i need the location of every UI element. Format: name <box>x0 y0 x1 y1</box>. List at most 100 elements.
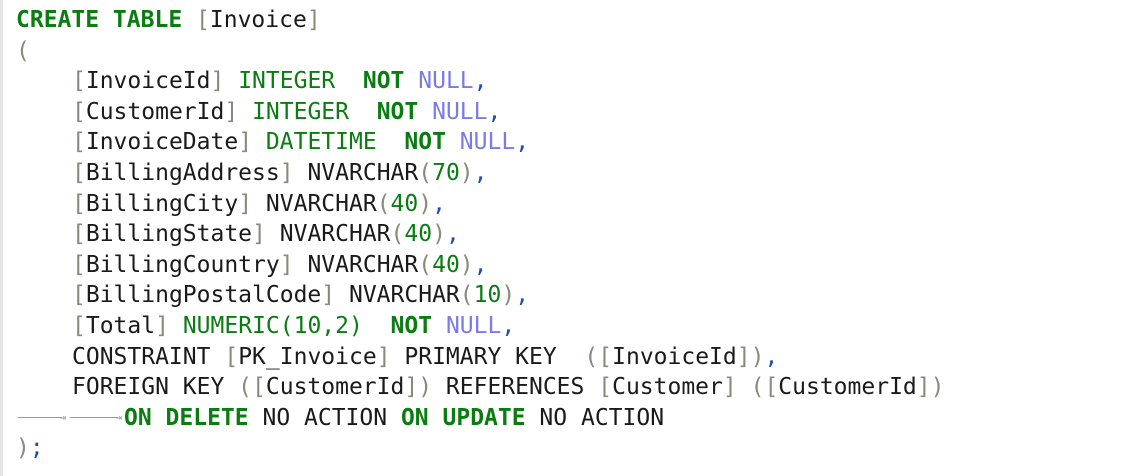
code-token: ]) <box>916 374 945 401</box>
code-token: CREATE TABLE <box>16 7 183 33</box>
code-token: BillingPostalCode <box>85 282 322 309</box>
code-token: 40 <box>404 221 433 248</box>
code-token: , <box>473 68 488 95</box>
code-token: NULL <box>445 312 502 339</box>
code-token: BillingAddress <box>85 159 280 186</box>
code-token: NVARCHAR <box>265 190 377 217</box>
code-token: 40 <box>390 190 419 217</box>
code-token: FOREIGN KEY <box>72 374 239 401</box>
code-token: ] <box>224 98 239 125</box>
code-token: ] <box>155 312 169 339</box>
code-token: [ <box>72 98 86 125</box>
code-token: PK_Invoice <box>238 343 377 370</box>
code-token: ; <box>29 435 44 462</box>
code-token: ] <box>321 282 336 309</box>
code-token: InvoiceId <box>612 343 737 370</box>
code-token: ] <box>722 374 737 401</box>
code-line: ( <box>16 36 1146 67</box>
code-token: ( <box>459 282 474 309</box>
code-token: ] <box>306 7 321 33</box>
code-token: ]) <box>736 343 765 370</box>
code-token: ] <box>238 190 253 217</box>
code-token: NULL <box>459 129 516 156</box>
code-token: NVARCHAR <box>307 159 419 186</box>
code-token: NVARCHAR <box>279 221 391 248</box>
sql-code-editor[interactable]: CREATE TABLE [Invoice]([InvoiceId] INTEG… <box>0 0 1146 476</box>
code-token: NO ACTION <box>525 404 665 431</box>
code-token: CustomerId <box>85 98 225 125</box>
tab-marker-icon: ⇥ <box>68 403 124 433</box>
code-token: 40 <box>432 251 460 278</box>
code-token: Customer <box>612 374 723 401</box>
code-token: Total <box>85 312 156 339</box>
code-token: , <box>515 282 530 309</box>
code-token: NO ACTION <box>248 404 401 431</box>
code-line: [CustomerId] INTEGER NOT NULL, <box>16 97 1146 128</box>
code-token: , <box>473 159 488 186</box>
code-token: ] <box>252 221 266 248</box>
code-token: ( <box>376 190 391 217</box>
code-token: , <box>501 312 516 339</box>
code-token: , <box>473 251 488 278</box>
code-token: NULL <box>432 98 488 125</box>
code-line: ⇥ ⇥ ON DELETE NO ACTION ON UPDATE NO ACTIO… <box>16 403 1146 434</box>
code-token: INTEGER <box>252 98 349 125</box>
code-token: , <box>432 190 446 217</box>
code-line: [Total] NUMERIC(10,2) NOT NULL, <box>16 311 1146 342</box>
code-token: ( <box>16 37 30 64</box>
code-token: NVARCHAR <box>307 251 419 278</box>
code-token: InvoiceDate <box>85 129 239 156</box>
code-line: [BillingCity] NVARCHAR(40), <box>16 189 1146 220</box>
code-token: , <box>515 129 530 156</box>
code-line: [BillingCountry] NVARCHAR(40), <box>16 250 1146 281</box>
code-token: BillingState <box>85 221 253 248</box>
code-token: ON UPDATE <box>400 404 526 431</box>
code-token: BillingCountry <box>85 251 280 278</box>
code-token: REFERENCES <box>432 374 599 401</box>
code-token: ( <box>418 159 433 186</box>
code-token: ] <box>279 251 294 278</box>
code-token: ([ <box>238 374 266 401</box>
code-token: ]) <box>404 374 433 401</box>
code-line: [InvoiceId] INTEGER NOT NULL, <box>16 66 1146 97</box>
code-token: INTEGER <box>238 68 336 95</box>
tab-marker-icon: ⇥ <box>16 403 68 433</box>
code-token: ] <box>210 68 225 95</box>
code-token: CustomerId <box>265 374 405 401</box>
code-token: [ <box>72 129 86 156</box>
code-line: [BillingState] NVARCHAR(40), <box>16 219 1146 250</box>
code-token: ([ <box>750 374 779 401</box>
code-line: ); <box>16 433 1146 464</box>
code-token: Invoice <box>209 7 307 33</box>
code-token: ([ <box>584 343 613 370</box>
code-token: [ <box>72 221 86 248</box>
code-line: CONSTRAINT [PK_Invoice] PRIMARY KEY ([In… <box>16 342 1146 373</box>
code-token: NOT <box>376 98 419 125</box>
code-token: [ <box>224 343 239 370</box>
code-token: [ <box>72 282 86 309</box>
code-token: NULL <box>418 68 474 95</box>
code-token: [ <box>598 374 613 401</box>
code-token: CONSTRAINT <box>72 343 211 370</box>
code-token: ) <box>418 190 433 217</box>
code-line: [BillingPostalCode] NVARCHAR(10), <box>16 280 1146 311</box>
code-token: PRIMARY KEY <box>390 343 585 370</box>
code-token: [ <box>72 190 86 217</box>
code-token: DATETIME <box>265 129 377 156</box>
code-token: InvoiceId <box>85 68 211 95</box>
